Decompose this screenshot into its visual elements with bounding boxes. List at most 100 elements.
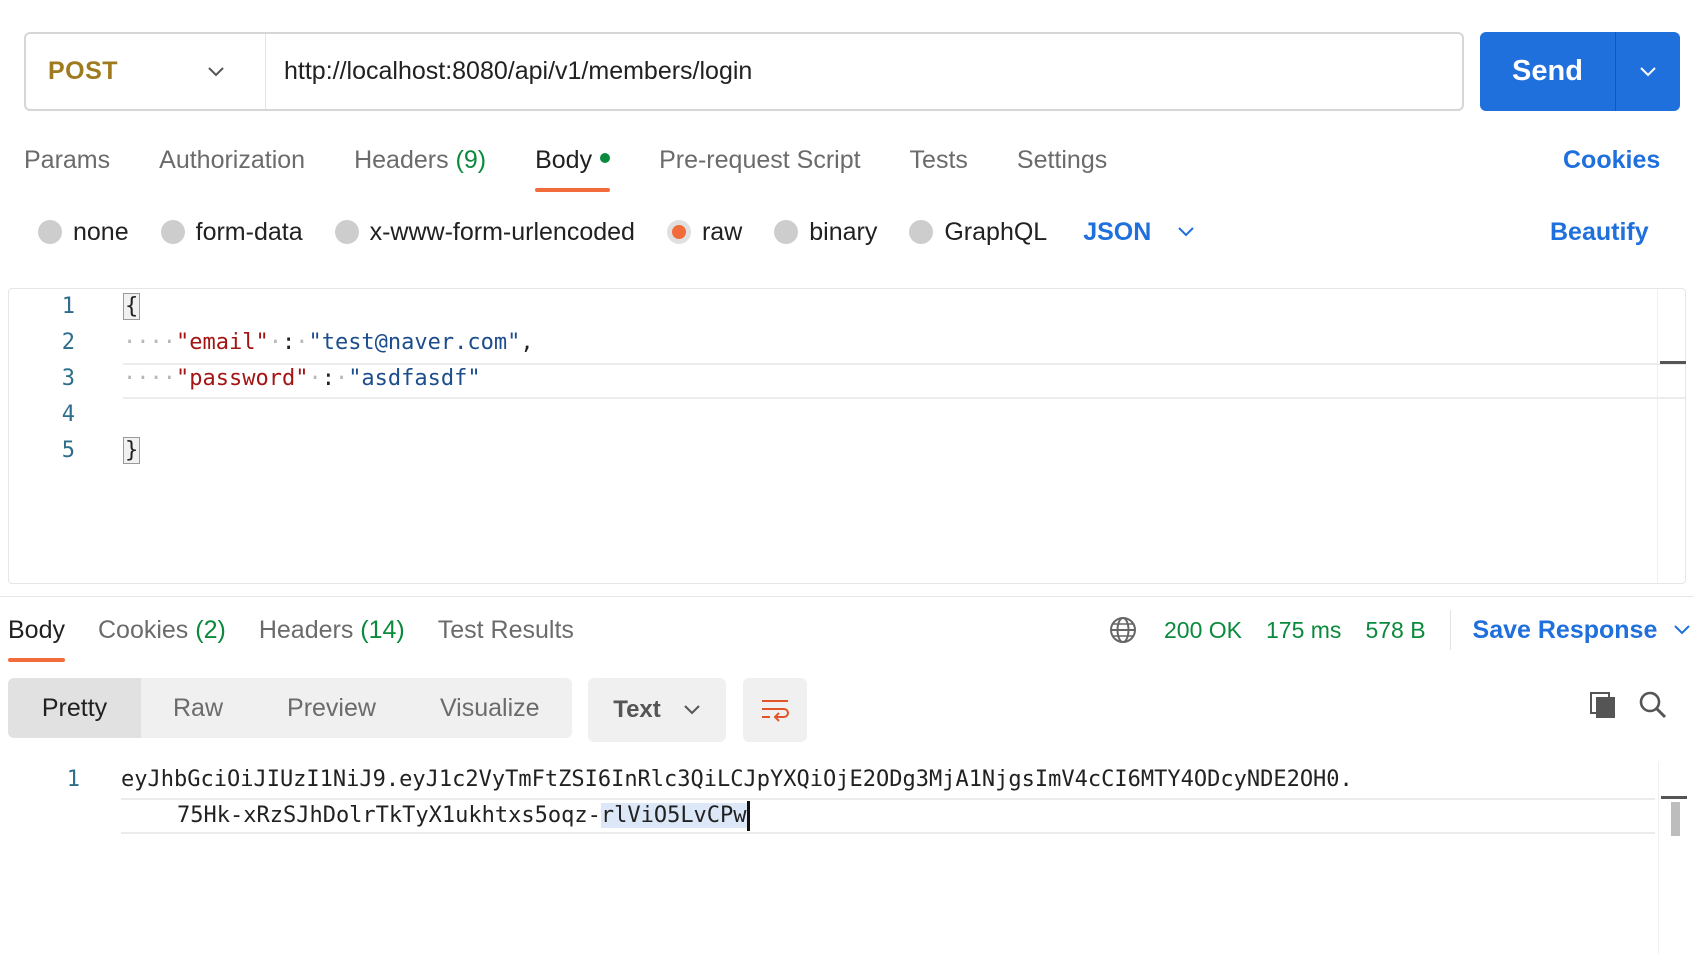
scroll-marker xyxy=(1660,361,1686,364)
token-line-2: 75Hk-xRzSJhDolrTkTyX1ukhtxs5oqz-rlViO5Lv… xyxy=(177,798,750,834)
tab-body-label: Body xyxy=(535,146,593,174)
response-meta: 200 OK 175 ms 578 B Save Response xyxy=(1108,610,1692,650)
beautify-link[interactable]: Beautify xyxy=(1550,216,1649,248)
password-key: "password" xyxy=(175,366,309,391)
format-label: JSON xyxy=(1083,217,1152,246)
line-number: 5 xyxy=(61,438,75,463)
radio-circle xyxy=(666,220,691,244)
response-size[interactable]: 578 B xyxy=(1365,617,1425,644)
cookies-link[interactable]: Cookies xyxy=(1563,140,1660,180)
radio-graphql[interactable]: GraphQL xyxy=(909,218,1047,247)
scroll-thumb[interactable] xyxy=(1671,802,1680,836)
line-number: 4 xyxy=(61,402,75,427)
request-tabs: Params Authorization Headers (9) Body Pr… xyxy=(24,140,1156,192)
view-pretty-button[interactable]: Pretty xyxy=(8,678,141,738)
close-brace: } xyxy=(123,437,141,464)
resp-headers-count: (14) xyxy=(360,616,405,644)
view-preview-button[interactable]: Preview xyxy=(255,678,408,738)
request-bar: POST http://localhost:8080/api/v1/member… xyxy=(24,32,1464,111)
radio-circle xyxy=(38,220,62,244)
chevron-down-icon xyxy=(1640,66,1656,76)
tab-authorization[interactable]: Authorization xyxy=(159,140,305,192)
token-part-plain: 75Hk-xRzSJhDolrTkTyX1ukhtxs5oqz- xyxy=(177,803,601,828)
meta-separator xyxy=(1449,610,1451,650)
colon: : xyxy=(281,330,296,355)
code-line-3: ····"password"·:·"asdfasdf" xyxy=(123,366,481,391)
globe-icon[interactable] xyxy=(1108,615,1138,645)
resp-tab-cookies-label: Cookies xyxy=(97,616,189,644)
token-part-selected: rlViO5LvCPw xyxy=(600,803,747,828)
line-number: 1 xyxy=(66,767,80,792)
radio-label: GraphQL xyxy=(944,217,1048,246)
response-format-label: Text xyxy=(613,696,661,723)
section-divider xyxy=(0,596,1694,597)
radio-label: binary xyxy=(809,217,878,246)
tab-tests[interactable]: Tests xyxy=(910,140,968,192)
comma: , xyxy=(520,330,534,355)
radio-circle xyxy=(774,220,799,244)
response-body[interactable]: 1 eyJhbGciOiJIUzI1NiJ9.eyJ1c2VyTmFtZSI6I… xyxy=(0,762,1694,954)
chevron-down-icon xyxy=(1674,625,1691,635)
radio-form-data[interactable]: form-data xyxy=(160,217,303,247)
response-tabs: Body Cookies (2) Headers (14) Test Resul… xyxy=(8,610,607,662)
radio-urlencoded[interactable]: x-www-form-urlencoded xyxy=(334,217,635,247)
send-button-group: Send xyxy=(1480,32,1680,111)
resp-tab-headers[interactable]: Headers (14) xyxy=(259,610,405,662)
radio-binary[interactable]: binary xyxy=(774,218,877,247)
resp-tab-cookies[interactable]: Cookies (2) xyxy=(98,610,226,662)
method-label: POST xyxy=(48,57,119,85)
radio-label: x-www-form-urlencoded xyxy=(369,217,635,246)
colon: : xyxy=(321,366,335,391)
save-response-button[interactable]: Save Response xyxy=(1473,616,1692,645)
radio-circle xyxy=(334,220,359,244)
line-number: 2 xyxy=(61,330,75,355)
code-line-5: } xyxy=(123,433,141,469)
request-body-editor[interactable]: 1 2 3 4 5 { ····"email"·:·"test@naver.co… xyxy=(8,288,1686,584)
scroll-marker xyxy=(1661,796,1687,799)
open-brace: { xyxy=(123,293,141,320)
resp-tab-headers-label: Headers xyxy=(258,616,354,644)
tab-body[interactable]: Body xyxy=(535,140,611,192)
response-time[interactable]: 175 ms xyxy=(1266,617,1341,644)
tab-settings[interactable]: Settings xyxy=(1017,140,1107,192)
send-options-button[interactable] xyxy=(1615,32,1680,111)
tab-pre-request-script[interactable]: Pre-request Script xyxy=(659,140,860,192)
resp-tab-body[interactable]: Body xyxy=(8,610,65,662)
resp-tab-test-results[interactable]: Test Results xyxy=(438,610,574,662)
token-line-1: eyJhbGciOiJIUzI1NiJ9.eyJ1c2VyTmFtZSI6InR… xyxy=(121,767,1353,792)
method-select[interactable]: POST xyxy=(26,34,266,109)
email-value: "test@naver.com" xyxy=(308,330,521,355)
headers-count: (9) xyxy=(455,146,487,174)
cookies-count: (2) xyxy=(195,616,226,644)
radio-raw[interactable]: raw xyxy=(666,217,743,247)
chevron-down-icon xyxy=(208,66,224,76)
code-line-1: { xyxy=(123,289,141,325)
radio-circle xyxy=(160,220,185,244)
editor-scrollbar[interactable] xyxy=(1657,289,1686,583)
radio-none[interactable]: none xyxy=(38,218,129,247)
body-type-selector: none form-data x-www-form-urlencoded raw… xyxy=(38,216,1195,248)
response-format-select[interactable]: Text xyxy=(588,678,726,742)
url-input[interactable]: http://localhost:8080/api/v1/members/log… xyxy=(266,57,752,86)
view-raw-button[interactable]: Raw xyxy=(141,678,255,738)
format-select[interactable]: JSON xyxy=(1083,218,1195,247)
password-value: "asdfasdf" xyxy=(348,366,481,391)
status-code[interactable]: 200 OK xyxy=(1164,617,1242,644)
response-scrollbar[interactable] xyxy=(1658,762,1688,954)
code-line-2: ····"email"·:·"test@naver.com", xyxy=(123,330,534,355)
chevron-down-icon xyxy=(684,705,700,715)
wrap-lines-button[interactable] xyxy=(743,678,807,742)
search-icon[interactable] xyxy=(1638,690,1668,725)
radio-label: raw xyxy=(701,217,743,246)
radio-label: form-data xyxy=(195,217,303,246)
email-key: "email" xyxy=(175,330,269,355)
send-button[interactable]: Send xyxy=(1480,32,1615,111)
copy-icon[interactable] xyxy=(1588,690,1618,725)
wrap-lines-icon xyxy=(762,700,789,722)
tab-headers[interactable]: Headers (9) xyxy=(354,140,486,192)
tab-params[interactable]: Params xyxy=(24,140,110,192)
text-cursor xyxy=(746,801,750,831)
chevron-down-icon xyxy=(1178,227,1195,237)
view-visualize-button[interactable]: Visualize xyxy=(408,678,572,738)
save-response-label: Save Response xyxy=(1472,615,1658,644)
